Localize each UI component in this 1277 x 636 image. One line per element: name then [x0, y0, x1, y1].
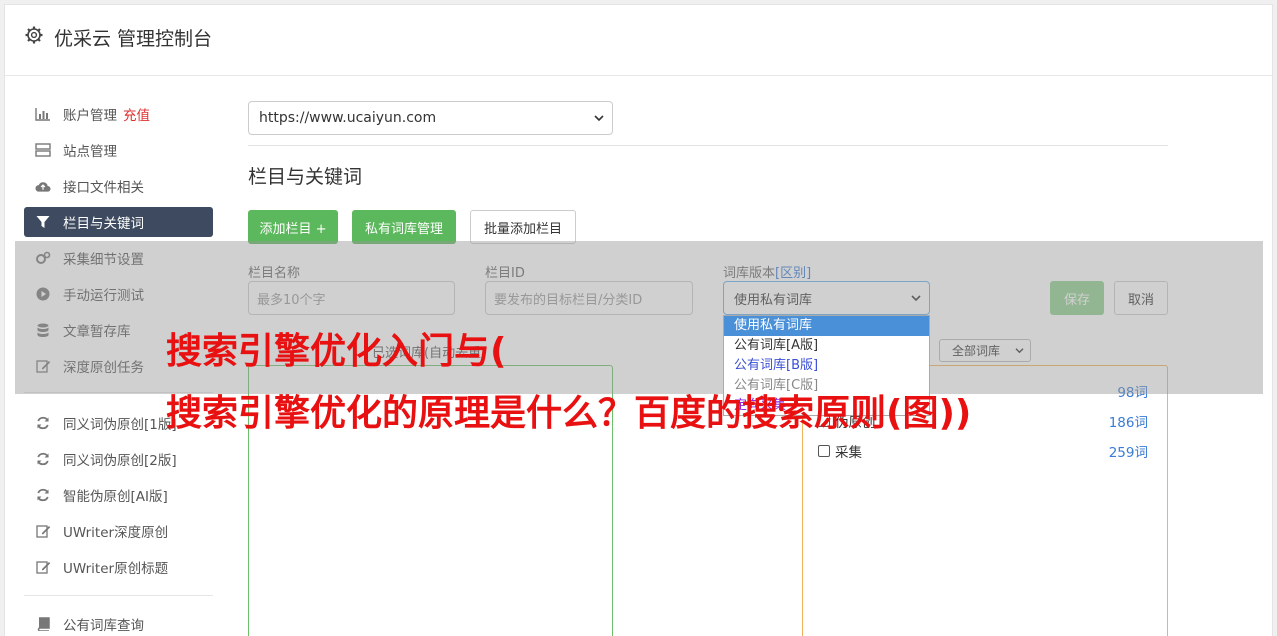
chevron-down-icon — [1015, 348, 1024, 354]
watermark-line-1: 搜索引擎优化入门与( — [166, 331, 507, 372]
sidebar-item-public-lib[interactable]: 公有词库查询 — [24, 609, 213, 636]
list-item[interactable]: 采集 259词 — [818, 441, 1148, 461]
sidebar-item-label: 深度原创任务 — [63, 360, 144, 376]
divider — [248, 145, 1168, 146]
filter-icon — [35, 214, 51, 230]
sidebar-item-uwriter-deep[interactable]: UWriter深度原创 — [24, 516, 213, 546]
lib-version-value: 使用私有词库 — [734, 292, 813, 308]
gear-icon — [25, 26, 43, 44]
dropdown-option[interactable]: 公有词库[A版] — [724, 336, 929, 356]
lib-version-select[interactable]: 使用私有词库 — [723, 281, 930, 315]
sidebar-item-account[interactable]: 账户管理 充值 — [24, 99, 213, 129]
server-icon — [35, 142, 51, 158]
edit-icon — [35, 358, 51, 374]
edit-icon — [35, 523, 51, 539]
refresh-icon — [35, 451, 51, 467]
sidebar-divider — [24, 595, 213, 596]
sidebar-item-label: 公有词库查询 — [63, 618, 144, 634]
sidebar-item-sites[interactable]: 站点管理 — [24, 135, 213, 165]
sidebar-item-label: UWriter深度原创 — [63, 525, 169, 541]
sidebar-item-label: 文章暂存库 — [63, 324, 131, 340]
sidebar-item-label: 智能伪原创[AI版] — [63, 489, 168, 505]
book-icon — [35, 616, 51, 632]
watermark-line-2: 搜索引擎优化的原理是什么？百度的搜索原则(图)) — [166, 393, 972, 434]
site-select-value: https://www.ucaiyun.com — [259, 110, 437, 126]
sidebar-item-label: 采集细节设置 — [63, 252, 144, 268]
sidebar-item-label: UWriter原创标题 — [63, 561, 169, 577]
gears-icon — [35, 250, 51, 266]
site-select[interactable]: https://www.ucaiyun.com — [248, 101, 613, 135]
lib-name: 采集 — [835, 445, 862, 461]
sidebar-item-label: 接口文件相关 — [63, 180, 144, 196]
batch-add-button[interactable]: 批量添加栏目 — [470, 210, 576, 244]
lib-version-label: 词库版本[区别] — [723, 262, 811, 281]
sidebar-item-synonym-v2[interactable]: 同义词伪原创[2版] — [24, 444, 213, 474]
sidebar-item-label: 手动运行测试 — [63, 288, 144, 304]
play-circle-icon — [35, 286, 51, 302]
checkbox[interactable] — [818, 445, 830, 457]
sidebar-item-ai-original[interactable]: 智能伪原创[AI版] — [24, 480, 213, 510]
app-header: 优采云 管理控制台 — [4, 4, 1273, 76]
column-id-label: 栏目ID — [485, 266, 525, 281]
column-name-label: 栏目名称 — [248, 266, 301, 281]
difference-link[interactable]: [区别] — [775, 266, 811, 281]
sidebar-item-label: 账户管理 — [63, 108, 117, 124]
refresh-icon — [35, 487, 51, 503]
dropdown-option[interactable]: 使用私有词库 — [724, 316, 929, 336]
recharge-link[interactable]: 充值 — [123, 104, 150, 124]
sidebar-item-label: 栏目与关键词 — [63, 216, 144, 232]
dropdown-option[interactable]: 公有词库[B版] — [724, 356, 929, 376]
column-id-input[interactable]: 要发布的目标栏目/分类ID — [485, 281, 693, 315]
sidebar-item-columns[interactable]: 栏目与关键词 — [24, 207, 213, 237]
chevron-down-icon — [594, 115, 604, 122]
chevron-down-icon — [911, 295, 921, 302]
lib-filter-select[interactable]: 全部词库 — [939, 339, 1031, 362]
lib-count: 259词 — [1108, 445, 1148, 461]
section-title: 栏目与关键词 — [248, 166, 363, 188]
app-title: 优采云 管理控制台 — [54, 28, 213, 50]
add-column-button[interactable]: 添加栏目 + — [248, 210, 338, 244]
sidebar-item-manual-run[interactable]: 手动运行测试 — [24, 279, 213, 309]
column-name-input[interactable]: 最多10个字 — [248, 281, 455, 315]
lib-count: 186词 — [1108, 415, 1148, 431]
save-button[interactable]: 保存 — [1050, 281, 1104, 315]
lib-version-text: 词库版本 — [723, 266, 776, 281]
sidebar-item-uwriter-title[interactable]: UWriter原创标题 — [24, 552, 213, 582]
sidebar-item-interface[interactable]: 接口文件相关 — [24, 171, 213, 201]
sidebar-item-collect-settings[interactable]: 采集细节设置 — [24, 243, 213, 273]
refresh-icon — [35, 415, 51, 431]
edit-icon — [35, 559, 51, 575]
sidebar-item-label: 同义词伪原创[2版] — [63, 453, 177, 469]
private-lib-button[interactable]: 私有词库管理 — [352, 210, 456, 244]
cancel-button[interactable]: 取消 — [1114, 281, 1168, 315]
database-icon — [35, 322, 51, 338]
sidebar-item-label: 同义词伪原创[1版] — [63, 417, 177, 433]
cloud-upload-icon — [35, 178, 51, 194]
lib-filter-value: 全部词库 — [952, 344, 1001, 358]
lib-count: 98词 — [1117, 385, 1148, 401]
sidebar-item-label: 站点管理 — [63, 144, 117, 160]
bar-chart-icon — [35, 106, 51, 122]
